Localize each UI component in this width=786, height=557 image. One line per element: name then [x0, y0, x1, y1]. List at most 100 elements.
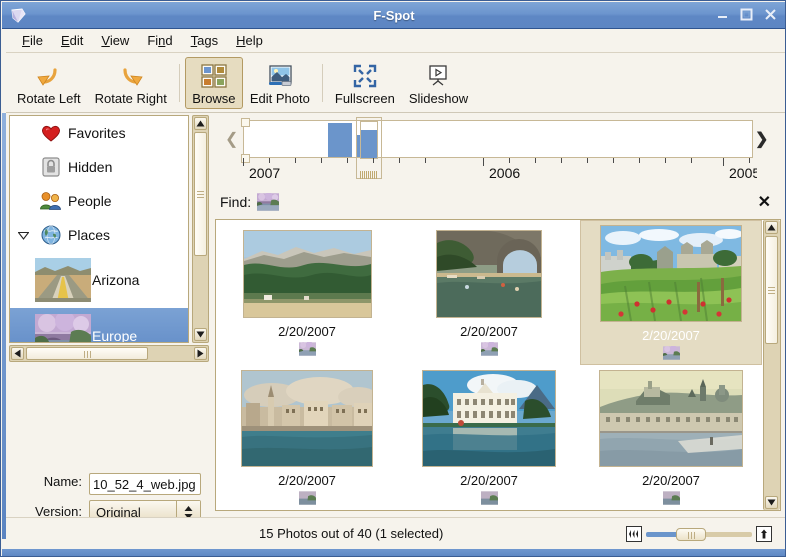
sidebar-item-favorites-label: Favorites: [68, 125, 126, 141]
window-bottom-accent-strip: [2, 549, 785, 556]
scroll-up-arrow-icon[interactable]: [765, 221, 778, 234]
photo-thumbnail-salzburg-fortress: [599, 370, 743, 467]
sidebar-horizontal-scrollbar[interactable]: [9, 345, 209, 362]
timeline-range-handle-start[interactable]: [241, 118, 250, 127]
photo-date-label: 2/20/2007: [460, 323, 518, 339]
globe-icon: [34, 224, 68, 246]
photo-grid: 2/20/2007 2/20/2007 2/20/2007 2/20/2007 …: [216, 220, 762, 510]
tag-tree[interactable]: Favorites Hidden People Places Arizona E…: [9, 115, 189, 343]
zoom-slider-handle[interactable]: [676, 527, 706, 542]
browse-grid-icon: [200, 61, 228, 91]
menu-view[interactable]: View: [92, 30, 138, 51]
sidebar-item-people-label: People: [68, 193, 112, 209]
chevron-left-icon[interactable]: ❮: [225, 129, 238, 149]
sidebar-item-europe[interactable]: Europe: [10, 308, 188, 343]
chevron-right-icon[interactable]: ❯: [755, 129, 768, 149]
photo-cell[interactable]: 2/20/2007: [216, 220, 398, 365]
menu-tags[interactable]: Tags: [182, 30, 227, 51]
browse-label: Browse: [192, 91, 236, 106]
timeline-position-slider[interactable]: [356, 117, 382, 179]
slideshow-button[interactable]: Slideshow: [402, 57, 475, 109]
rotate-left-button[interactable]: Rotate Left: [10, 57, 88, 109]
photo-thumbnail-europe: [34, 310, 92, 342]
photo-grid-scrollbar-thumb[interactable]: [765, 236, 778, 344]
zoom-in-thumbnails-icon[interactable]: [756, 525, 772, 542]
scroll-left-arrow-icon[interactable]: [11, 347, 24, 360]
rotate-left-icon: [36, 61, 62, 91]
minimize-icon[interactable]: [715, 7, 730, 22]
sidebar-item-favorites[interactable]: Favorites: [10, 116, 188, 150]
close-icon[interactable]: [763, 7, 778, 22]
tag-thumbnail-europe[interactable]: [662, 491, 680, 505]
sidebar-item-arizona[interactable]: Arizona: [10, 252, 188, 308]
photo-cell-selected[interactable]: 2/20/2007: [580, 220, 762, 365]
photo-cell[interactable]: 2/20/2007: [580, 365, 762, 510]
sidebar-item-places[interactable]: Places: [10, 218, 188, 252]
photo-thumbnail-riverside-town: [241, 370, 378, 467]
tag-thumbnail-europe[interactable]: [298, 491, 316, 505]
scroll-down-arrow-icon[interactable]: [194, 328, 207, 341]
metadata-name-row: Name:: [11, 473, 216, 495]
main-toolbar: Rotate Left Rotate Right Browse Edit Pho…: [6, 54, 785, 113]
scroll-down-arrow-icon[interactable]: [765, 496, 778, 509]
timeline-widget[interactable]: ❮ ❯ 2007 2006 200: [215, 115, 781, 187]
tag-thumbnail-europe[interactable]: [480, 491, 498, 505]
tag-thumbnail-europe[interactable]: [257, 192, 280, 211]
window-title: F-Spot: [373, 7, 415, 23]
name-input[interactable]: [89, 473, 201, 495]
title-bar[interactable]: F-Spot: [2, 2, 785, 29]
rotate-right-button[interactable]: Rotate Right: [88, 57, 174, 109]
photo-date-label: 2/20/2007: [460, 473, 518, 488]
maximize-icon[interactable]: [739, 7, 754, 22]
fullscreen-label: Fullscreen: [334, 91, 395, 106]
menu-file[interactable]: File: [13, 30, 52, 51]
sidebar-scrollbar-thumb[interactable]: [194, 132, 207, 256]
slider-grip-icon: [687, 527, 696, 542]
scrollbar-grip-icon: [197, 189, 204, 200]
rotate-right-icon: [118, 61, 144, 91]
thumbnail-zoom-control[interactable]: [626, 525, 772, 542]
slideshow-icon: [425, 61, 451, 91]
sidebar-item-europe-label: Europe: [92, 328, 138, 343]
menu-edit[interactable]: Edit: [52, 30, 92, 51]
photo-grid-container[interactable]: 2/20/2007 2/20/2007 2/20/2007 2/20/2007 …: [215, 219, 781, 511]
timeline-year-label: 2005: [729, 165, 757, 181]
photo-cell[interactable]: 2/20/2007: [398, 220, 580, 365]
close-x-icon[interactable]: ✕: [758, 192, 771, 212]
expander-down-icon[interactable]: [12, 231, 34, 240]
fspot-logo-icon: [9, 6, 29, 26]
sidebar-vertical-scrollbar[interactable]: [192, 115, 209, 343]
photo-date-label: 2/20/2007: [642, 328, 700, 343]
timeline-slider-window: [360, 121, 378, 159]
sidebar-item-hidden[interactable]: Hidden: [10, 150, 188, 184]
scroll-right-arrow-icon[interactable]: [194, 347, 207, 360]
tag-thumbnail-europe[interactable]: [662, 345, 680, 360]
photo-thumbnail-vineyard-castle: [600, 225, 743, 322]
status-bar: 15 Photos out of 40 (1 selected): [6, 517, 785, 549]
sidebar-item-people[interactable]: People: [10, 184, 188, 218]
menu-find[interactable]: Find: [138, 30, 181, 51]
photo-thumbnail-arizona: [34, 254, 92, 306]
sidebar-hscrollbar-thumb[interactable]: [26, 347, 148, 360]
zoom-slider[interactable]: [646, 526, 752, 542]
menu-help[interactable]: Help: [227, 30, 272, 51]
fullscreen-button[interactable]: Fullscreen: [328, 57, 402, 109]
scroll-up-arrow-icon[interactable]: [194, 117, 207, 130]
find-label: Find:: [220, 194, 252, 210]
tag-thumbnail-europe[interactable]: [480, 340, 498, 356]
timeline-histogram-track[interactable]: [243, 120, 753, 158]
photo-date-label: 2/20/2007: [642, 473, 700, 488]
browse-button[interactable]: Browse: [184, 57, 243, 109]
toolbar-separator-1: [178, 64, 180, 102]
tag-thumbnail-europe[interactable]: [298, 340, 316, 356]
photo-cell[interactable]: 2/20/2007: [216, 365, 398, 510]
sidebar-item-arizona-label: Arizona: [92, 272, 140, 288]
photo-cell[interactable]: 2/20/2007: [398, 365, 580, 510]
tag-sidebar: Favorites Hidden People Places Arizona E…: [6, 113, 211, 556]
edit-photo-button[interactable]: Edit Photo: [243, 57, 317, 109]
photo-grid-scrollbar[interactable]: [763, 220, 780, 510]
lock-icon: [34, 156, 68, 178]
heart-icon: [34, 123, 68, 143]
zoom-out-thumbnails-icon[interactable]: [626, 525, 642, 542]
photo-date-label: 2/20/2007: [278, 473, 336, 488]
